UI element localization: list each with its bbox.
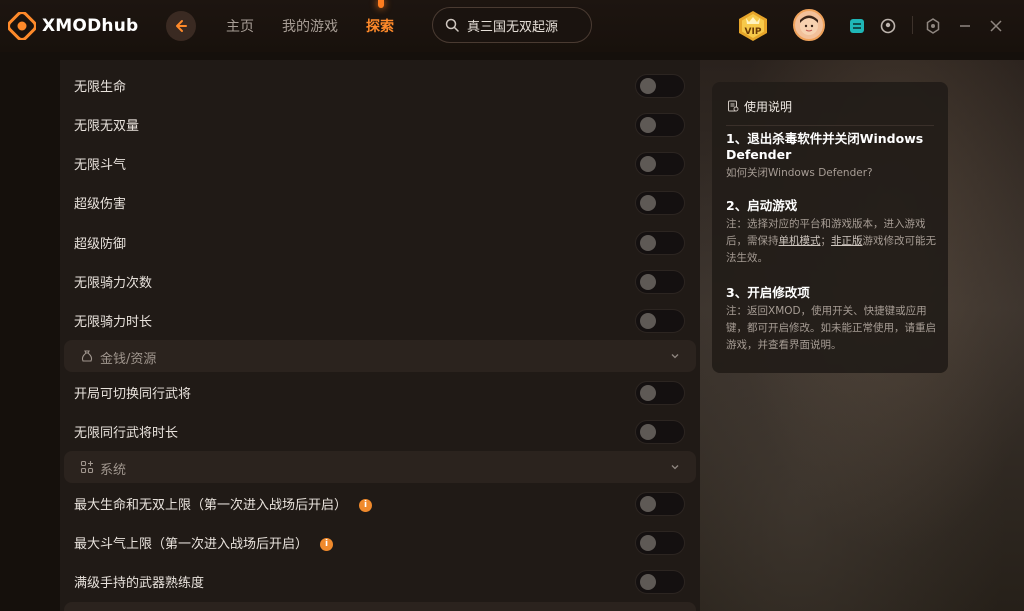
toggle-switch[interactable] (635, 308, 685, 333)
cheat-list-panel: 无限生命 无限无双量 无限斗气 超级伤害 超级防御 无限骑力次数 无限骑力时长 … (60, 60, 700, 611)
cheat-label: 最大斗气上限（第一次进入战场后开启） i (74, 533, 334, 552)
cheat-row: 超级伤害 (60, 183, 700, 222)
toggle-switch[interactable] (635, 419, 685, 444)
vip-label: VIP (745, 27, 762, 37)
xmod-logo-icon (8, 12, 36, 40)
nav-home[interactable]: 主页 (226, 16, 254, 36)
chevron-down-icon (671, 354, 679, 359)
toggle-switch[interactable] (635, 190, 685, 215)
document-icon (728, 100, 739, 112)
info-icon[interactable]: i (320, 538, 334, 551)
toolbar-divider (912, 16, 913, 34)
cheat-label: 最大生命和无双上限（第一次进入战场后开启） i (74, 494, 373, 513)
toggle-switch[interactable] (635, 569, 685, 594)
active-nav-indicator (378, 0, 384, 8)
toggle-switch[interactable] (635, 230, 685, 255)
search-input[interactable]: 真三国无双起源 (467, 16, 558, 35)
guide-step2-text: 注：选择对应的平台和游戏版本，进入游戏后，需保持单机模式；非正版游戏修改可能无法… (726, 216, 936, 267)
app-name: XMODhub (42, 16, 139, 36)
section-header-system[interactable]: 系统 (64, 451, 696, 483)
guide-divider (726, 125, 934, 126)
nav-my-games[interactable]: 我的游戏 (282, 16, 338, 36)
section-header-partial[interactable] (64, 602, 696, 611)
cheat-row: 无限斗气 (60, 144, 700, 183)
avatar-face-icon (800, 15, 818, 35)
cheat-label: 无限斗气 (74, 158, 127, 173)
non-genuine-link[interactable]: 非正版 (831, 235, 863, 247)
settings-icon[interactable] (925, 18, 941, 34)
cheat-row: 满级手持的武器熟练度 (60, 562, 700, 601)
cheat-row: 最大斗气上限（第一次进入战场后开启） i (60, 523, 700, 562)
cheat-label: 无限骑力次数 (74, 276, 153, 291)
toggle-switch[interactable] (635, 151, 685, 176)
close-icon[interactable] (988, 18, 1004, 34)
toggle-switch[interactable] (635, 530, 685, 555)
arrow-left-icon (176, 20, 187, 32)
app-logo[interactable]: XMODhub (8, 12, 138, 40)
guide-step3-title: 3、开启修改项 (726, 285, 810, 300)
minimize-icon[interactable] (957, 18, 973, 34)
transfer-icon[interactable] (849, 18, 865, 34)
section-label: 金钱/资源 (100, 352, 157, 367)
section-label: 系统 (100, 463, 127, 478)
top-bar: XMODhub 主页 我的游戏 探索 真三国无双起源 VIP (0, 0, 1024, 52)
cheat-label: 满级手持的武器熟练度 (74, 576, 205, 591)
cheat-label-text: 最大斗气上限（第一次进入战场后开启） (74, 537, 309, 552)
cheat-row: 开局可切换同行武将 (60, 373, 700, 412)
main-nav: 主页 我的游戏 探索 (226, 16, 394, 36)
vip-badge-icon[interactable]: VIP (736, 10, 770, 42)
usage-guide-card: 使用说明 1、退出杀毒软件并关闭Windows Defender 如何关闭Win… (712, 82, 948, 373)
cheat-label: 无限骑力时长 (74, 315, 153, 330)
section-header-money[interactable]: 金钱/资源 (64, 340, 696, 372)
cheat-label: 无限无双量 (74, 119, 140, 134)
cheat-row: 最大生命和无双上限（第一次进入战场后开启） i (60, 484, 700, 523)
search-box[interactable]: 真三国无双起源 (432, 7, 592, 43)
chevron-down-icon (671, 465, 679, 470)
toggle-switch[interactable] (635, 380, 685, 405)
guide-step1-title: 1、退出杀毒软件并关闭Windows Defender (726, 131, 924, 162)
guide-title: 使用说明 (744, 100, 793, 114)
cheat-label: 无限生命 (74, 80, 127, 95)
cheat-row: 超级防御 (60, 223, 700, 262)
toggle-switch[interactable] (635, 73, 685, 98)
support-icon[interactable] (880, 18, 896, 34)
search-icon (445, 18, 459, 32)
cheat-row: 无限同行武将时长 (60, 412, 700, 451)
cheat-label: 无限同行武将时长 (74, 426, 179, 441)
nav-explore[interactable]: 探索 (366, 16, 394, 36)
cheat-row: 无限生命 (60, 66, 700, 105)
cheat-row: 无限骑力时长 (60, 301, 700, 340)
cheat-label: 超级伤害 (74, 197, 127, 212)
user-avatar[interactable] (793, 9, 825, 41)
cheat-label: 开局可切换同行武将 (74, 387, 192, 402)
guide-step3-text: 注：返回XMOD，使用开关、快捷键或应用键，都可开启修改。如未能正常使用，请重启… (726, 305, 936, 351)
cheat-label-text: 最大生命和无双上限（第一次进入战场后开启） (74, 498, 348, 513)
guide-step1-link[interactable]: 如何关闭Windows Defender? (726, 165, 936, 182)
apps-grid-icon (80, 460, 94, 474)
toggle-switch[interactable] (635, 112, 685, 137)
cheat-row: 无限骑力次数 (60, 262, 700, 301)
money-bag-icon (81, 350, 93, 362)
guide-step2-title: 2、启动游戏 (726, 198, 798, 213)
toggle-switch[interactable] (635, 269, 685, 294)
guide-step2-text-b: ； (820, 235, 832, 247)
info-icon[interactable]: i (359, 499, 373, 512)
back-button[interactable] (166, 11, 196, 41)
single-player-mode-link[interactable]: 单机模式 (779, 235, 821, 247)
toggle-switch[interactable] (635, 491, 685, 516)
cheat-label: 超级防御 (74, 237, 127, 252)
cheat-row: 无限无双量 (60, 105, 700, 144)
